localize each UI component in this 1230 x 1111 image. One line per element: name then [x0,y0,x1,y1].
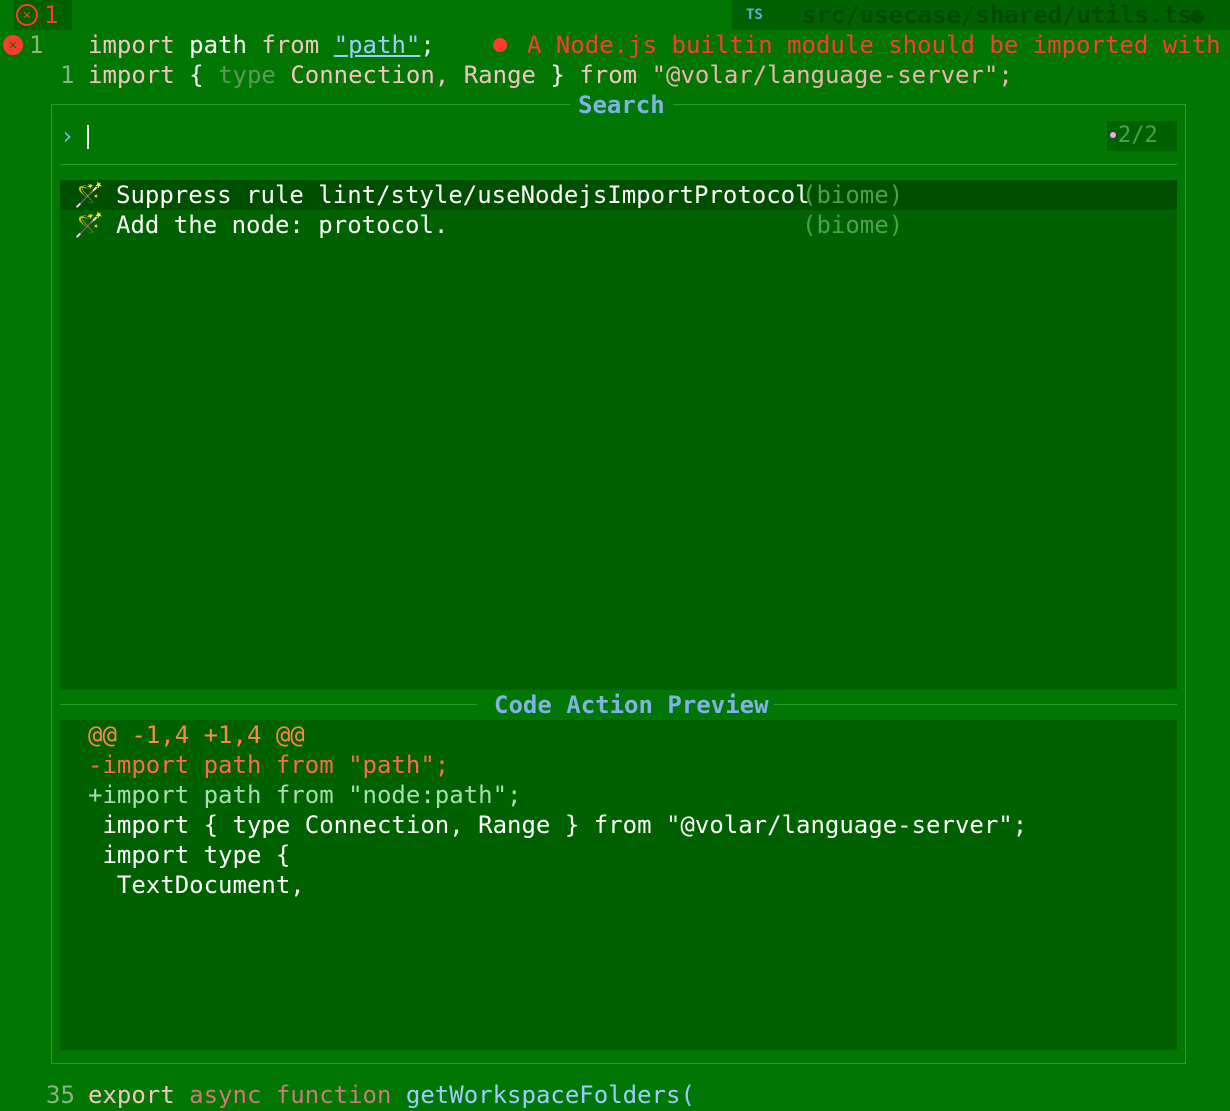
identifier: Connection, [290,61,450,89]
identifier: Range [463,61,536,89]
keyword: import [88,61,175,89]
string-literal: "path" [333,31,421,59]
keyword: from [579,61,638,89]
diff-context-line: import type { [88,841,291,869]
error-icon[interactable]: ✕ [3,35,23,55]
result-source: (biome) [802,211,904,239]
keyword: import [88,31,175,59]
preview-title: Code Action Preview [486,690,777,720]
code-action-picker: Search › 2/2 🪄 Suppress rule lint/style/… [51,90,1186,1064]
line-number: 1 [60,61,75,89]
divider [774,704,1177,705]
string-literal: "@volar/language-server"; [651,61,1013,89]
line-number: 1 [29,31,44,59]
file-tab[interactable]: TS src/usecase/shared/utils.ts ● [732,0,1230,30]
result-source: (biome) [802,181,904,209]
diagnostic-message[interactable]: A Node.js builtin module should be impor… [493,30,1230,60]
diff-context-line: import { type Connection, Range } from "… [88,811,1028,839]
keyword: async [189,1081,262,1109]
keyword: export [88,1081,175,1109]
result-label: Suppress rule lint/style/useNodejsImport… [116,181,810,209]
diagnostic-text: A Node.js builtin module should be impor… [527,31,1230,59]
wand-icon: 🪄 [74,181,104,209]
keyword: function [275,1081,392,1109]
punctuation: } [550,61,565,89]
error-circle-icon: ✕ [16,3,38,26]
search-input[interactable]: › 2/2 [60,121,1177,151]
divider [60,704,477,705]
wand-icon: 🪄 [74,211,104,239]
text-cursor [87,125,89,149]
diff-added-line: +import path from "node:path"; [88,781,522,809]
error-count-indicator[interactable]: ✕ 1 [14,0,72,30]
divider [60,164,1177,165]
result-item[interactable]: 🪄 Suppress rule lint/style/useNodejsImpo… [60,180,1177,210]
identifier: path [189,31,247,59]
line-number: 35 [46,1081,75,1109]
file-name: src/usecase/shared/utils.ts [802,1,1193,29]
keyword: type [218,61,276,89]
code-line-35[interactable]: export async function getWorkspaceFolder… [88,1080,695,1110]
code-action-preview[interactable]: @@ -1,4 +1,4 @@ -import path from "path"… [60,720,1177,1050]
code-line-2[interactable]: import { type Connection, Range } from "… [88,60,1013,90]
keyword: from [261,31,320,59]
match-dot-icon [1110,131,1116,138]
picker-title: Search [570,90,673,120]
match-count-text: 2/2 [1118,123,1158,148]
result-item[interactable]: 🪄 Add the node: protocol. (biome) [60,210,1177,240]
chevron-right-icon: › [60,122,75,150]
error-count: 1 [44,1,59,29]
punctuation: { [189,61,204,89]
diff-removed-line: -import path from "path"; [88,751,450,779]
punctuation: ; [420,31,435,59]
function-name: getWorkspaceFolders( [405,1081,695,1109]
diff-context-line: TextDocument, [88,871,305,899]
code-line-1[interactable]: import path from "path"; [88,30,435,60]
diagnostic-dot-icon [493,38,507,52]
typescript-icon: TS [746,7,763,23]
diff-hunk-header: @@ -1,4 +1,4 @@ [88,721,305,749]
results-list: 🪄 Suppress rule lint/style/useNodejsImpo… [60,180,1177,690]
modified-indicator: ● [1190,1,1205,29]
result-label: Add the node: protocol. [116,211,449,239]
match-count: 2/2 [1107,121,1177,151]
